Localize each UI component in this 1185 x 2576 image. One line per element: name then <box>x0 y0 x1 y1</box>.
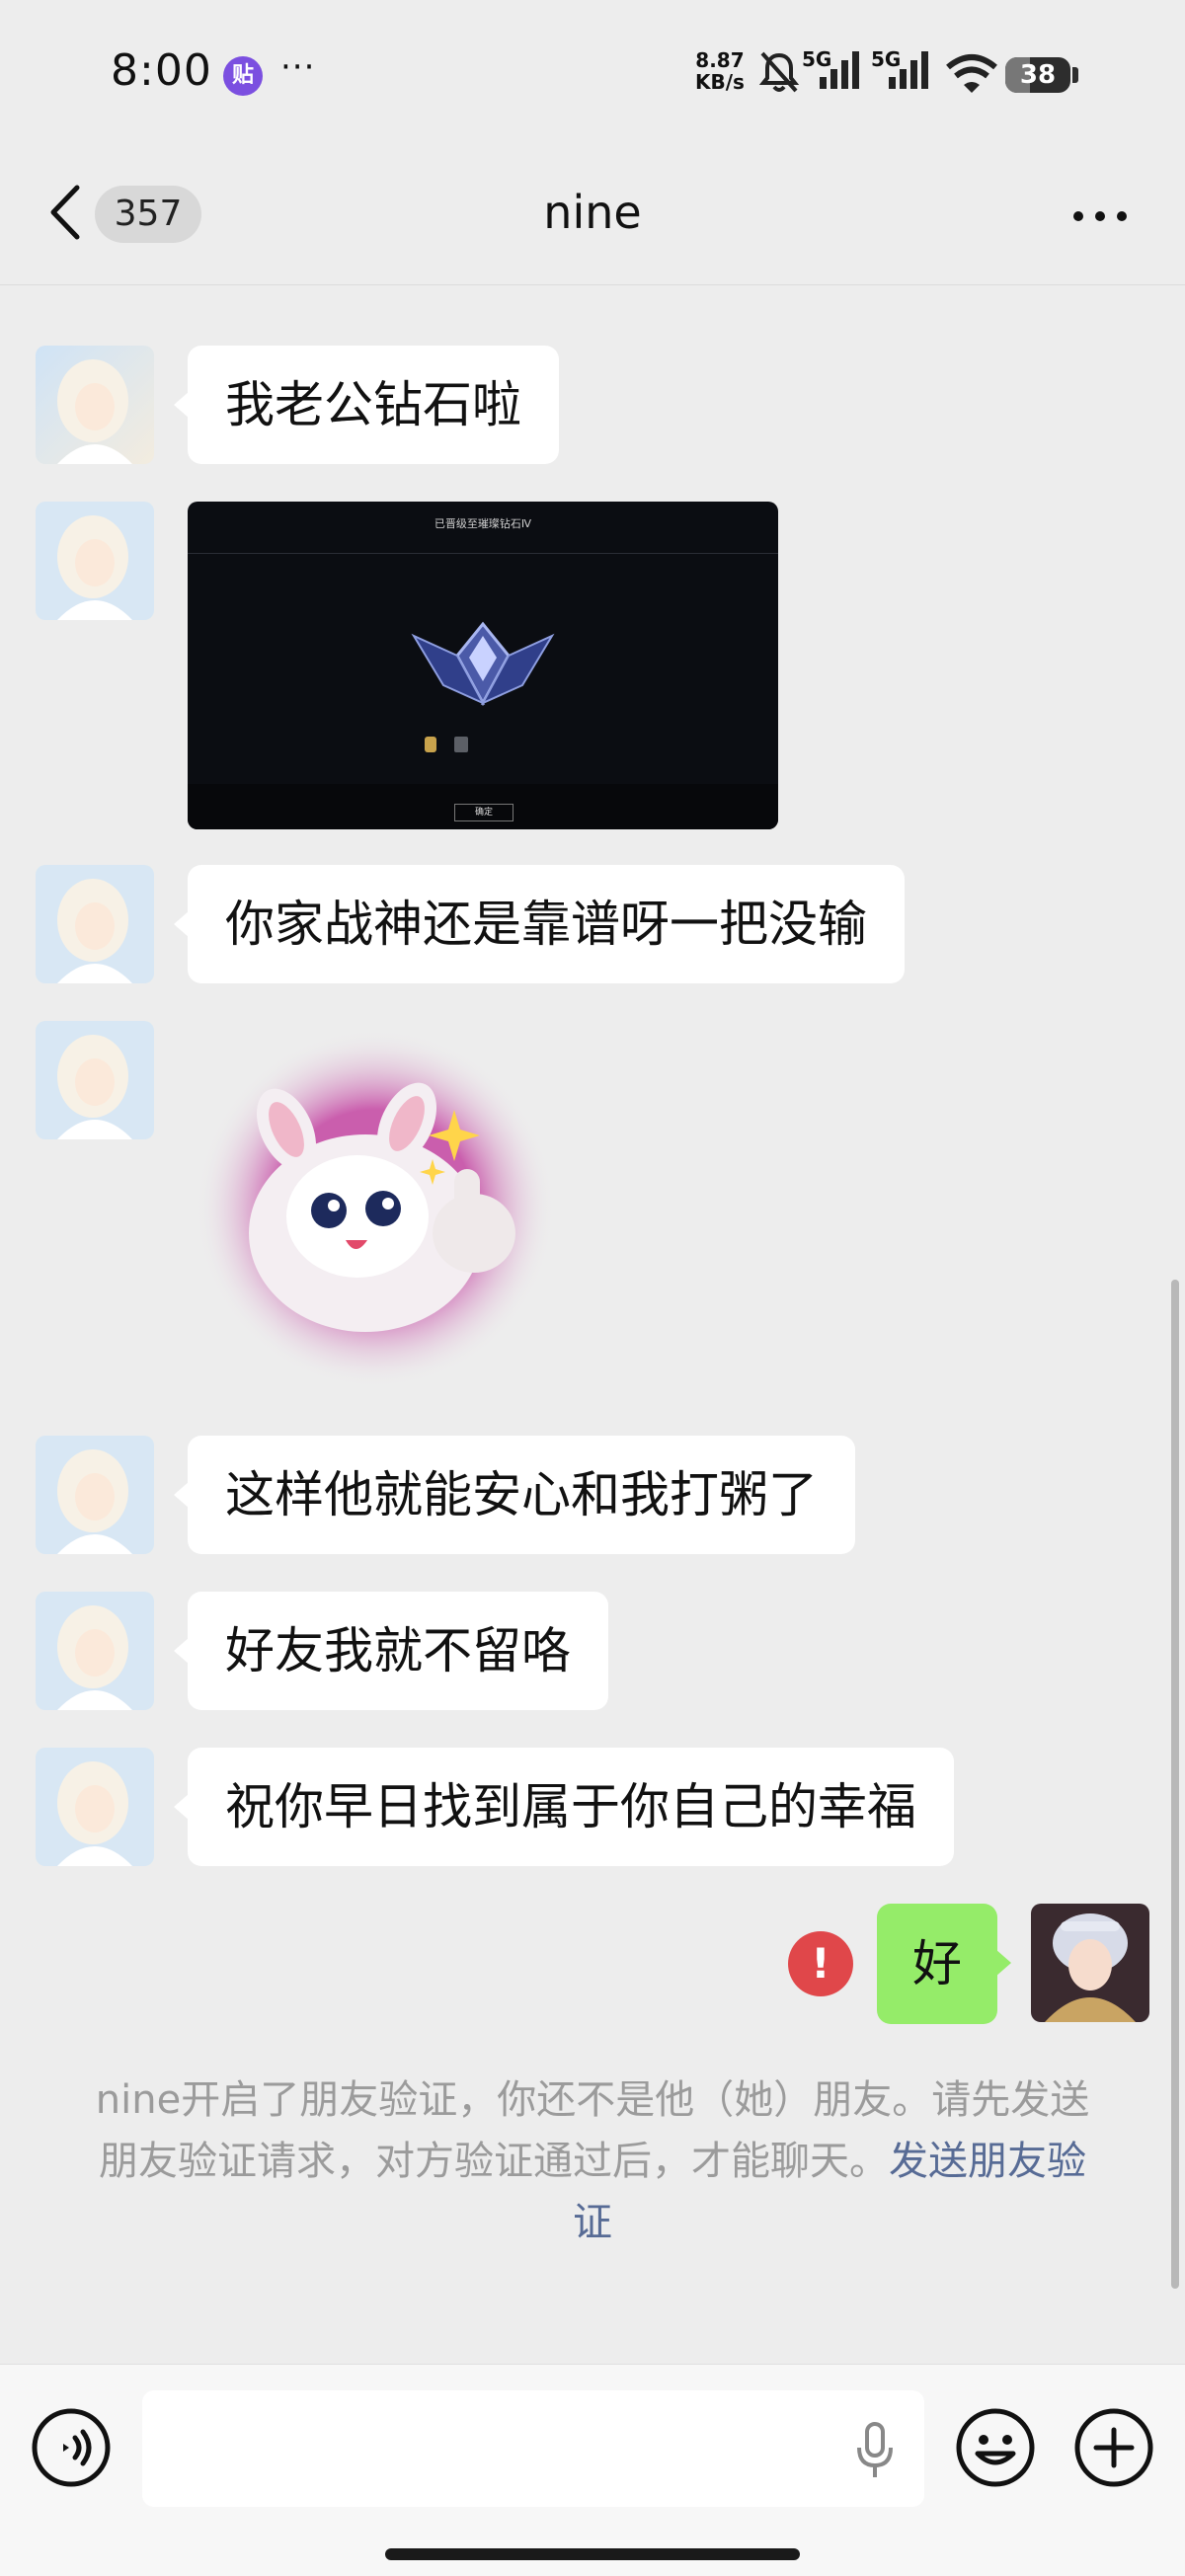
rank-star <box>454 737 468 752</box>
image-divider <box>188 553 778 554</box>
message-bubble[interactable]: 我老公钻石啦 <box>174 346 559 464</box>
chat-header: 357 nine <box>0 148 1185 285</box>
image-confirm-button: 确定 <box>454 804 514 821</box>
net-speed: 8.87 KB/s <box>695 48 745 94</box>
contact-avatar[interactable] <box>36 1436 154 1554</box>
emoji-icon[interactable] <box>954 2406 1037 2489</box>
scrollbar[interactable] <box>1171 1280 1179 2289</box>
image-message[interactable]: 已晋级至璀璨钻石Ⅳ 确定 <box>188 502 778 829</box>
image-caption: 已晋级至璀璨钻石Ⅳ <box>434 517 532 530</box>
bell-muted-icon <box>758 51 800 93</box>
message-bubble[interactable]: 你家战神还是靠谱呀一把没输 <box>174 865 905 983</box>
message-bubble[interactable]: 好友我就不留咯 <box>174 1592 608 1710</box>
rank-star <box>425 737 436 752</box>
message-bubble-self[interactable]: 好 <box>877 1904 1011 2024</box>
status-time: 8:00 <box>111 45 212 96</box>
wifi-icon <box>946 54 997 93</box>
status-bar: 8:00 贴 ··· 8.87 KB/s 5G 5G 38 <box>0 0 1185 148</box>
message-input[interactable] <box>142 2390 924 2507</box>
send-failed-icon[interactable]: ! <box>788 1931 853 1996</box>
input-bar <box>0 2364 1185 2576</box>
contact-avatar[interactable] <box>36 1592 154 1710</box>
contact-avatar[interactable] <box>36 502 154 620</box>
battery-icon: 38 <box>1005 57 1070 93</box>
contact-avatar[interactable] <box>36 1748 154 1866</box>
signal-5g-icon: 5G <box>871 47 940 93</box>
notification-more-icon: ··· <box>280 47 316 87</box>
friend-verification-notice: nine开启了朋友验证，你还不是他（她）朋友。请先发送朋友验证请求，对方验证通过… <box>95 2077 1090 2245</box>
signal-5g-icon: 5G <box>802 47 871 93</box>
tieba-app-icon: 贴 <box>223 56 263 96</box>
message-bubble[interactable]: 祝你早日找到属于你自己的幸福 <box>174 1748 954 1866</box>
more-dots-icon[interactable] <box>1068 192 1132 241</box>
microphone-icon[interactable] <box>845 2416 905 2485</box>
contact-avatar[interactable] <box>36 1021 154 1139</box>
my-avatar[interactable] <box>1031 1904 1149 2022</box>
battery-tip <box>1072 67 1078 83</box>
plus-icon[interactable] <box>1072 2406 1155 2489</box>
contact-avatar[interactable] <box>36 346 154 464</box>
diamond-rank-emblem-icon <box>411 621 555 707</box>
contact-avatar[interactable] <box>36 865 154 983</box>
thumbs-up-sheep-sticker[interactable] <box>188 1021 563 1396</box>
chat-title: nine <box>543 186 642 239</box>
voice-mode-icon[interactable] <box>30 2406 113 2489</box>
home-indicator[interactable] <box>385 2548 800 2560</box>
message-bubble[interactable]: 这样他就能安心和我打粥了 <box>174 1436 855 1554</box>
